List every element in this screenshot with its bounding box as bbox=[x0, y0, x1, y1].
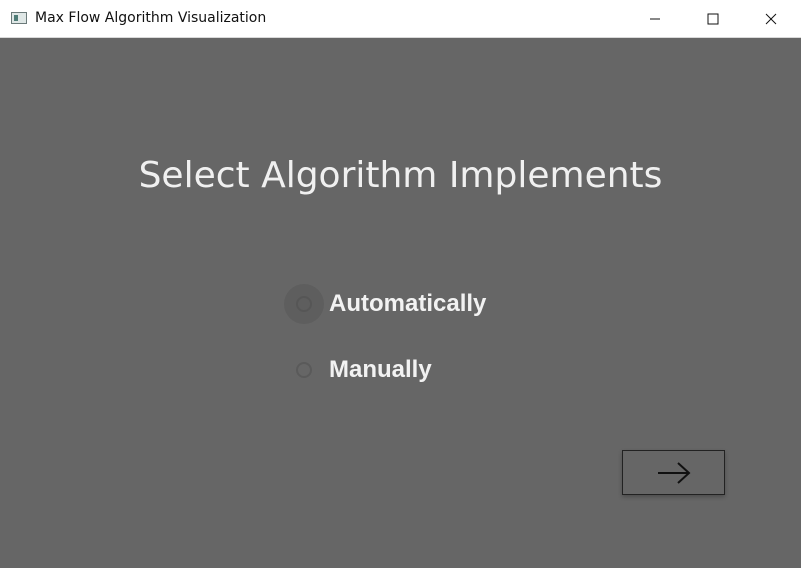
option-automatically[interactable]: Automatically bbox=[284, 284, 487, 324]
option-label-manually: Manually bbox=[329, 356, 432, 383]
radio-automatically[interactable] bbox=[284, 284, 324, 324]
option-label-automatically: Automatically bbox=[329, 290, 487, 317]
close-icon bbox=[765, 13, 777, 25]
title-bar[interactable]: Max Flow Algorithm Visualization bbox=[0, 0, 801, 38]
minimize-icon bbox=[650, 18, 660, 20]
option-manually[interactable]: Manually bbox=[296, 355, 432, 385]
next-button[interactable] bbox=[622, 450, 725, 495]
app-icon bbox=[11, 12, 27, 24]
window-title: Max Flow Algorithm Visualization bbox=[35, 10, 267, 26]
arrow-right-icon bbox=[657, 461, 690, 484]
radio-manually[interactable] bbox=[296, 362, 312, 378]
maximize-button[interactable] bbox=[684, 0, 742, 38]
minimize-button[interactable] bbox=[626, 0, 684, 38]
maximize-icon bbox=[707, 13, 719, 25]
page-title: Select Algorithm Implements bbox=[138, 155, 663, 196]
close-button[interactable] bbox=[742, 0, 800, 38]
app-window: Max Flow Algorithm Visualization Select … bbox=[0, 0, 801, 568]
